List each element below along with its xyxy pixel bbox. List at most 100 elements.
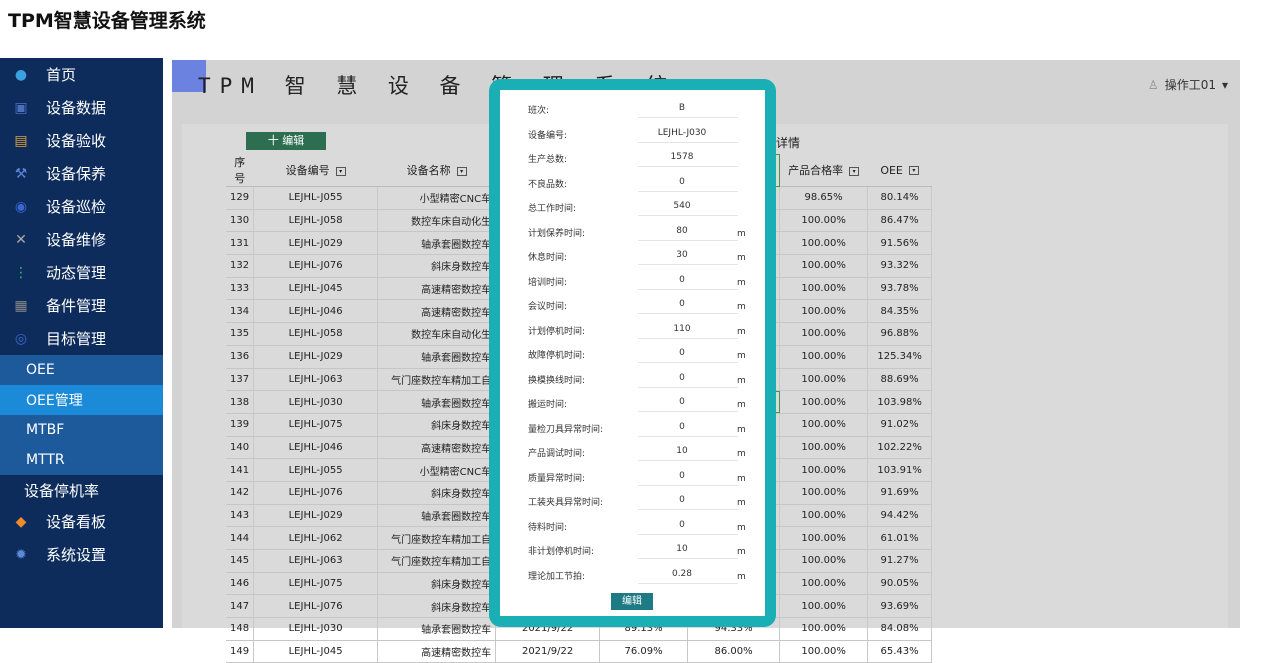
table-cell[interactable]: 103.91% <box>867 458 933 482</box>
table-cell[interactable]: 100.00% <box>779 549 869 573</box>
table-cell[interactable]: 94.42% <box>867 504 933 528</box>
field-input[interactable]: 0 <box>632 299 732 309</box>
sidebar-item[interactable]: ▤ 设备验收 <box>0 124 163 157</box>
table-cell[interactable]: 小型精密CNC车 <box>377 186 497 210</box>
table-cell[interactable]: 小型精密CNC车 <box>377 458 497 482</box>
table-cell[interactable]: LEJHL-J055 <box>253 458 379 482</box>
table-cell[interactable]: LEJHL-J058 <box>253 209 379 233</box>
table-cell[interactable]: 轴承套圈数控车 <box>377 617 497 641</box>
table-cell[interactable]: 100.00% <box>779 481 869 505</box>
table-cell[interactable]: LEJHL-J029 <box>253 504 379 528</box>
table-cell[interactable]: 133 <box>226 277 255 301</box>
sidebar-item[interactable]: ▣ 设备数据 <box>0 91 163 124</box>
table-cell[interactable]: 80.14% <box>867 186 933 210</box>
table-cell[interactable]: LEJHL-J046 <box>253 436 379 460</box>
table-cell[interactable]: 轴承套圈数控车 <box>377 504 497 528</box>
table-cell[interactable]: 气门座数控车精加工自 <box>377 368 497 392</box>
column-header[interactable]: 设备名称 ▾ <box>377 154 496 187</box>
field-input[interactable]: 10 <box>632 544 732 554</box>
table-cell[interactable]: LEJHL-J063 <box>253 549 379 573</box>
table-cell[interactable]: 100.00% <box>779 345 869 369</box>
sidebar-subitem[interactable]: OEE <box>0 355 163 385</box>
table-cell[interactable]: 65.43% <box>867 640 933 663</box>
edit-button[interactable]: 十 编辑 <box>246 132 326 150</box>
table-cell[interactable]: 61.01% <box>867 526 933 550</box>
table-cell[interactable]: 气门座数控车精加工自 <box>377 549 497 573</box>
table-cell[interactable]: 100.00% <box>779 322 869 346</box>
table-cell[interactable]: LEJHL-J062 <box>253 526 379 550</box>
sidebar-item[interactable]: ✹ 系统设置 <box>0 538 163 571</box>
table-cell[interactable]: 100.00% <box>779 209 869 233</box>
table-cell[interactable]: 100.00% <box>779 277 869 301</box>
field-input[interactable]: 80 <box>632 226 732 236</box>
sidebar-subitem[interactable]: MTBF <box>0 415 163 445</box>
table-cell[interactable]: LEJHL-J029 <box>253 231 379 256</box>
table-cell[interactable]: 100.00% <box>779 617 869 641</box>
table-cell[interactable]: 84.08% <box>867 617 933 641</box>
field-input[interactable]: 1578 <box>632 152 732 162</box>
table-cell[interactable]: 2021/9/22 <box>495 640 601 663</box>
table-cell[interactable]: LEJHL-J058 <box>253 322 379 346</box>
filter-dropdown-icon[interactable]: ▾ <box>849 166 860 176</box>
filter-dropdown-icon[interactable]: ▾ <box>456 166 467 176</box>
field-input[interactable]: 10 <box>632 446 732 456</box>
table-cell[interactable]: LEJHL-J046 <box>253 299 379 324</box>
column-header[interactable]: 序号 <box>226 154 254 187</box>
sidebar-subitem[interactable]: OEE管理 <box>0 385 163 415</box>
table-row[interactable]: 149 LEJHL-J045 高速精密数控车 2021/9/22 76.09% 86.00… <box>226 640 933 663</box>
table-cell[interactable]: LEJHL-J055 <box>253 186 379 210</box>
table-cell[interactable]: 91.56% <box>867 231 933 256</box>
field-input[interactable]: 110 <box>632 324 732 334</box>
table-cell[interactable]: 斜床身数控车 <box>377 481 497 505</box>
field-input[interactable]: B <box>632 103 732 113</box>
table-cell[interactable]: 144 <box>226 526 255 550</box>
table-cell[interactable]: 139 <box>226 413 255 437</box>
table-cell[interactable]: 88.69% <box>867 368 933 392</box>
table-cell[interactable]: 132 <box>226 254 255 278</box>
table-cell[interactable]: LEJHL-J076 <box>253 594 379 619</box>
table-cell[interactable]: 137 <box>226 368 255 392</box>
field-input[interactable]: LEJHL-J030 <box>632 128 732 138</box>
field-input[interactable]: 0 <box>632 275 732 285</box>
user-menu[interactable]: ♙ 操作工01 ▾ <box>1148 76 1228 93</box>
table-cell[interactable]: 100.00% <box>779 368 869 392</box>
table-cell[interactable]: 145 <box>226 549 255 573</box>
table-cell[interactable]: 130 <box>226 209 255 233</box>
table-cell[interactable]: 93.78% <box>867 277 933 301</box>
table-cell[interactable]: 102.22% <box>867 436 933 460</box>
sidebar-item[interactable]: ✕ 设备维修 <box>0 223 163 256</box>
table-cell[interactable]: LEJHL-J030 <box>253 390 379 414</box>
table-cell[interactable]: LEJHL-J045 <box>253 277 379 301</box>
field-input[interactable]: 0.28 <box>632 569 732 579</box>
table-cell[interactable]: 100.00% <box>779 390 869 414</box>
table-cell[interactable]: LEJHL-J076 <box>253 254 379 278</box>
table-cell[interactable]: 91.02% <box>867 413 933 437</box>
sidebar-item[interactable]: ▦ 备件管理 <box>0 289 163 322</box>
table-cell[interactable]: 100.00% <box>779 526 869 550</box>
table-cell[interactable]: LEJHL-J063 <box>253 368 379 392</box>
sidebar-item[interactable]: ◎ 目标管理 <box>0 322 163 355</box>
filter-dropdown-icon[interactable]: ▾ <box>908 166 919 175</box>
table-cell[interactable]: 146 <box>226 572 255 596</box>
table-cell[interactable]: 100.00% <box>779 458 869 482</box>
table-cell[interactable]: 100.00% <box>779 231 869 256</box>
table-cell[interactable]: 高速精密数控车 <box>377 299 497 324</box>
sidebar-subitem[interactable]: 设备停机率 <box>0 475 163 505</box>
table-cell[interactable]: 76.09% <box>599 640 689 663</box>
sidebar-subitem[interactable]: MTTR <box>0 445 163 475</box>
sidebar-item[interactable]: ⚒ 设备保养 <box>0 157 163 190</box>
table-cell[interactable]: 134 <box>226 299 255 324</box>
table-cell[interactable]: 140 <box>226 436 255 460</box>
field-input[interactable]: 0 <box>632 177 732 187</box>
table-cell[interactable]: LEJHL-J075 <box>253 413 379 437</box>
table-cell[interactable]: 131 <box>226 231 255 256</box>
table-cell[interactable]: 141 <box>226 458 255 482</box>
table-cell[interactable]: LEJHL-J045 <box>253 640 379 663</box>
table-cell[interactable]: LEJHL-J076 <box>253 481 379 505</box>
table-cell[interactable]: 84.35% <box>867 299 933 324</box>
table-cell[interactable]: 138 <box>226 390 255 414</box>
table-cell[interactable]: 数控车床自动化生 <box>377 209 497 233</box>
table-cell[interactable]: LEJHL-J029 <box>253 345 379 369</box>
sidebar-item[interactable]: ● 首页 <box>0 58 163 91</box>
table-cell[interactable]: 91.69% <box>867 481 933 505</box>
